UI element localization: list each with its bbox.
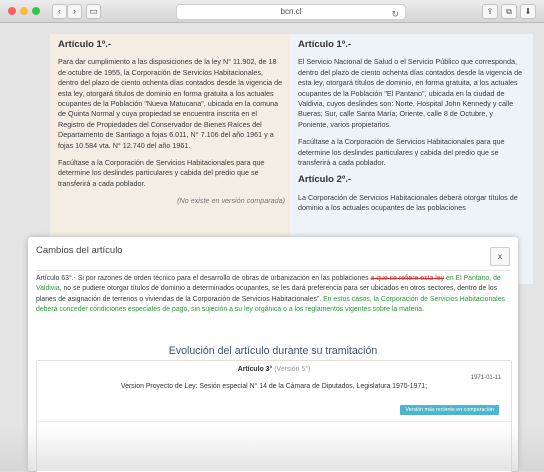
browser-toolbar: ‹ › ▭ bcn.cl ↻ ⇪ ⧉ ⬇ (0, 0, 544, 23)
version-number: (Versión 5°) (274, 366, 311, 373)
latest-version-badge[interactable]: Versión más reciente en comparación (400, 405, 499, 415)
left-article-paragraph-2: Facúltase a la Corporación de Servicios … (58, 158, 265, 188)
version-description: Version Proyecto de Ley: Sesión especial… (120, 383, 428, 390)
address-bar[interactable]: bcn.cl ↻ (176, 4, 406, 20)
close-window-button[interactable] (8, 7, 16, 15)
no-comparison-note: (No existe en versión comparada) (177, 196, 285, 206)
evolution-heading: Evolución del artículo durante su tramit… (168, 345, 378, 357)
close-modal-button[interactable]: x (490, 247, 510, 266)
reload-icon[interactable]: ↻ (391, 7, 399, 21)
tabs-icon[interactable]: ⧉ (501, 4, 517, 19)
article-text-part: Artículo 63°.- Si por razones de orden t… (36, 275, 369, 282)
card-divider (37, 421, 511, 422)
right-article-paragraph-3: La Corporación de Servicios Habitacional… (298, 192, 518, 213)
article-changes-modal: Cambios del artículo x Artículo 63°.- Si… (28, 237, 518, 472)
modal-divider (36, 270, 510, 271)
left-article-title: Artículo 1º.- (58, 39, 112, 50)
version-card-heading: Artículo 3° (Versión 5°) (37, 366, 511, 373)
download-icon[interactable]: ⬇ (520, 4, 536, 19)
version-date: 1971-01-11 (470, 375, 501, 381)
address-text: bcn.cl (280, 7, 302, 16)
left-article-paragraph-1: Para dar cumplimiento a las disposicione… (58, 57, 283, 150)
right-article-title-2: Artículo 2º.- (298, 174, 352, 186)
right-article-title: Artículo 1º.- (298, 39, 352, 50)
share-icon[interactable]: ⇪ (482, 4, 498, 19)
version-card: Artículo 3° (Versión 5°) 1971-01-11 Vers… (36, 360, 512, 472)
right-article-paragraph-2: Facúltase a la Corporación de Servicios … (298, 137, 505, 168)
back-icon[interactable]: ‹ (52, 4, 67, 19)
deleted-text: a que se refiere esta ley (370, 275, 445, 282)
sidebar-icon[interactable]: ▭ (86, 4, 101, 19)
article-change-text: Artículo 63°.- Si por razones de orden t… (36, 274, 510, 316)
minimize-window-button[interactable] (20, 7, 28, 15)
version-article: Artículo 3° (237, 366, 273, 373)
forward-icon[interactable]: › (67, 4, 82, 19)
right-article-paragraph-1: El Servicio Nacional de Salud o el Servi… (298, 57, 523, 129)
modal-title: Cambios del artículo (36, 245, 123, 256)
zoom-window-button[interactable] (32, 7, 40, 15)
